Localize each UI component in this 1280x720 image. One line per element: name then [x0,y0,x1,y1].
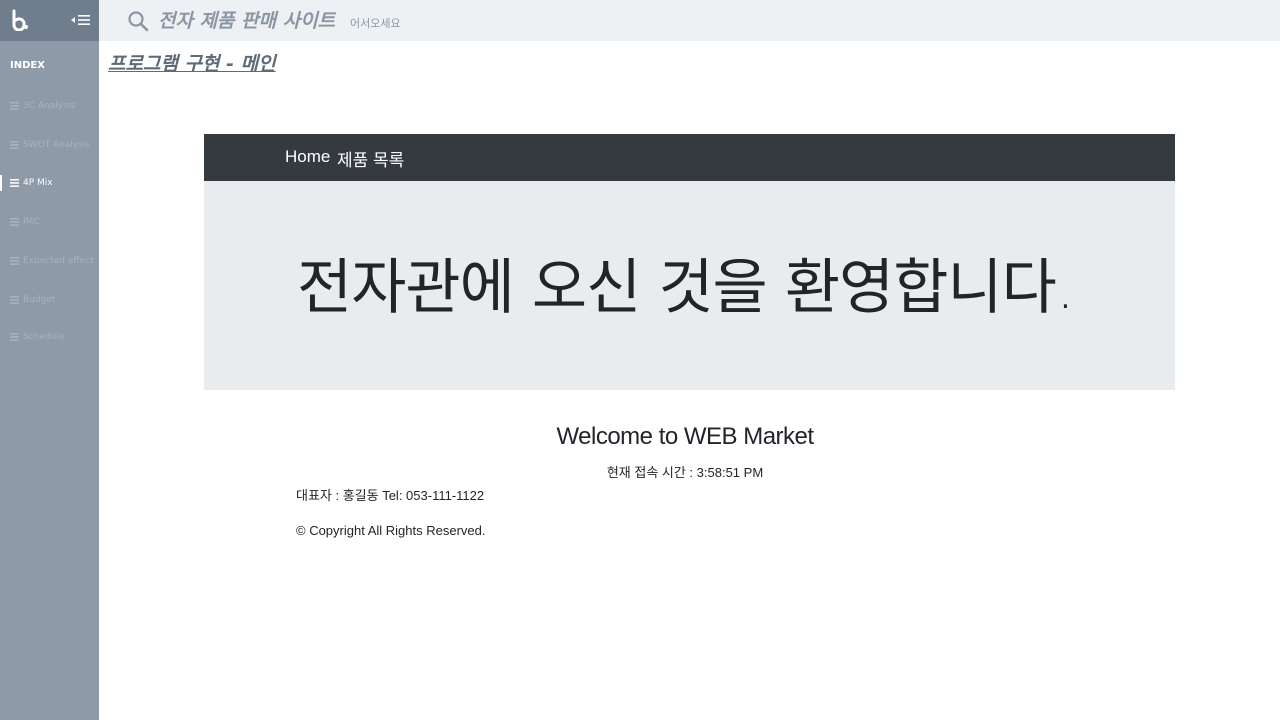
sidebar-item-schedule[interactable]: Schedule [0,326,99,348]
collapse-menu-icon[interactable] [70,12,92,28]
site-subtitle: 어서오세요 [350,17,401,30]
access-time-value: 3:58:51 PM [696,465,764,480]
sidebar-item-label: 3C Analysis [23,101,75,111]
access-time-label: 현재 접속 시간 : [606,465,697,480]
topbar: 전자 제품 판매 사이트 어서오세요 [99,0,1280,41]
sidebar-item-label: Expected effect [23,256,94,266]
sidebar: INDEX 3C Analysis SWOT Analysis 4P Mix I… [0,0,99,720]
nav-products-link[interactable]: 제품 목록 [337,146,404,171]
sidebar-item-imc[interactable]: IMC [0,211,99,233]
list-icon [10,333,19,341]
sidebar-item-label: SWOT Analysis [23,140,91,150]
sidebar-item-budget[interactable]: Budget [0,289,99,311]
list-icon [10,102,19,110]
sidebar-item-label: IMC [23,217,40,227]
sidebar-header [0,0,99,41]
index-label: INDEX [10,60,45,71]
list-icon [10,179,19,187]
site-title: 전자 제품 판매 사이트 [158,10,336,32]
jumbotron: 전자관에 오신 것을 환영합니다. [204,181,1175,390]
welcome-heading: Welcome to WEB Market [556,423,814,450]
sidebar-item-label: Schedule [23,332,65,342]
b-logo-icon[interactable] [10,9,32,31]
sidebar-item-label: 4P Mix [23,178,53,188]
list-icon [10,296,19,304]
list-icon [10,218,19,226]
list-icon [10,257,19,265]
footer-copyright: © Copyright All Rights Reserved. [296,523,486,538]
sidebar-item-label: Budget [23,295,56,305]
site-navbar: Home 제품 목록 [204,134,1175,181]
page-title: 프로그램 구현 - 메인 [108,53,276,75]
sidebar-item-expected-effect[interactable]: Expected effect [0,250,99,272]
sidebar-item-swot-analysis[interactable]: SWOT Analysis [0,134,99,156]
list-icon [10,141,19,149]
sidebar-item-4p-mix[interactable]: 4P Mix [0,172,99,194]
jumbotron-heading: 전자관에 오신 것을 환영합니다. [297,253,1075,323]
nav-home-link[interactable]: Home [285,147,330,167]
sidebar-item-3c-analysis[interactable]: 3C Analysis [0,95,99,117]
footer-owner: 대표자 : 홍길동 Tel: 053-111-1122 [296,488,485,503]
search-icon[interactable] [127,10,149,32]
access-time: 현재 접속 시간 : 3:58:51 PM [0,462,1280,481]
